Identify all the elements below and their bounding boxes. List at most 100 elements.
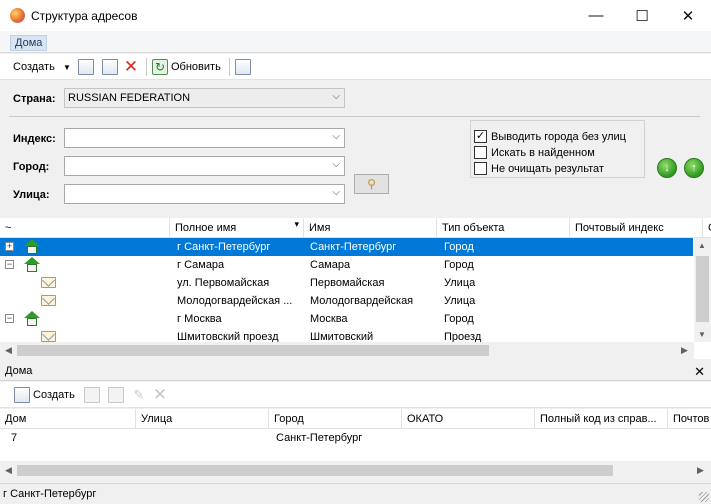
envelope-icon [41, 295, 56, 306]
table-row[interactable]: 7 Санкт-Петербург [0, 429, 711, 447]
checkbox-checked[interactable]: ✓ [474, 130, 487, 143]
find-address-button[interactable]: ⚲ [354, 174, 389, 194]
house-icon [24, 239, 40, 255]
close-panel-icon[interactable]: ✕ [694, 364, 705, 380]
resize-grip-icon[interactable] [699, 492, 709, 502]
copy-record-icon[interactable] [78, 59, 94, 75]
column-header-postal[interactable]: Почтовый индекс [570, 218, 703, 238]
cell-house: 7 [11, 432, 18, 444]
checkbox[interactable] [474, 146, 487, 159]
option-label: Выводить города без улиц [491, 130, 626, 143]
filter-divider [9, 116, 700, 117]
edit-record-icon[interactable] [102, 59, 118, 75]
street-label: Улица: [13, 189, 50, 201]
chevron-down-icon: ⌵ [332, 131, 340, 142]
edit-record-icon[interactable] [108, 387, 124, 403]
country-value: RUSSIAN FEDERATION [68, 92, 191, 104]
title-bar: Структура адресов — ☐ ✕ [0, 0, 711, 31]
street-combo[interactable]: ⌵ [64, 184, 345, 204]
cell-name: Санкт-Петербург [310, 241, 397, 253]
scroll-thumb[interactable] [17, 465, 613, 476]
copy-record-icon[interactable] [84, 387, 100, 403]
column-header-street[interactable]: Улица [136, 409, 269, 429]
create-button[interactable]: Создать [13, 61, 55, 73]
cell-city: Санкт-Петербург [276, 432, 363, 444]
scroll-right-icon[interactable]: ▶ [681, 345, 688, 356]
country-select[interactable]: RUSSIAN FEDERATION ⌵ [64, 88, 345, 108]
cell-type: Город [444, 259, 474, 271]
table-row[interactable]: − г Москва Москва Город [0, 310, 693, 328]
pencil-icon[interactable]: ✎ [131, 387, 147, 403]
houses-horizontal-scrollbar[interactable]: ◀ ▶ [0, 462, 711, 479]
collapse-icon[interactable]: − [5, 314, 14, 323]
cell-type: Улица [444, 295, 476, 307]
option-cities-without-streets[interactable]: ✓ Выводить города без улиц [474, 130, 626, 143]
scroll-left-icon[interactable]: ◀ [5, 345, 12, 356]
houses-create-button[interactable]: Создать [33, 389, 75, 401]
city-combo[interactable]: ⌵ [64, 156, 345, 176]
checkbox[interactable] [474, 162, 487, 175]
refresh-button[interactable]: Обновить [171, 61, 221, 73]
column-header-okato[interactable]: ОКАТО [402, 409, 535, 429]
scroll-down-icon[interactable]: ▼ [698, 330, 706, 339]
column-header-house[interactable]: Дом [0, 409, 136, 429]
scroll-right-icon[interactable]: ▶ [697, 465, 704, 476]
option-search-in-found[interactable]: Искать в найденном [474, 146, 595, 159]
refresh-icon[interactable]: ↻ [152, 59, 168, 75]
cell-full-name: Молодогвардейская ... [177, 295, 293, 307]
option-keep-results[interactable]: Не очищать результат [474, 162, 604, 175]
cell-type: Город [444, 313, 474, 325]
toolbar-separator [146, 58, 147, 76]
cell-name: Молодогвардейская [310, 295, 414, 307]
houses-toolbar: Создать ✎ ✕ [0, 382, 711, 408]
cell-full-name: ул. Первомайская [177, 277, 270, 289]
scroll-left-icon[interactable]: ◀ [5, 465, 12, 476]
toolbar-separator [229, 58, 230, 76]
house-icon [24, 257, 40, 273]
cell-name: Москва [310, 313, 348, 325]
minimize-button[interactable]: — [573, 0, 619, 31]
close-button[interactable]: ✕ [665, 0, 711, 31]
column-header-extra[interactable]: С [703, 218, 711, 238]
arrow-down-icon[interactable]: ↓ [657, 158, 677, 178]
column-header-type[interactable]: Тип объекта [437, 218, 570, 238]
arrow-up-icon[interactable]: ↑ [684, 158, 704, 178]
options-group: ✓ Выводить города без улиц Искать в найд… [470, 120, 645, 178]
column-header-name[interactable]: Имя [304, 218, 437, 238]
scroll-up-icon[interactable]: ▲ [698, 241, 706, 250]
new-document-icon[interactable] [14, 387, 30, 403]
report-icon[interactable] [235, 59, 251, 75]
grid-vertical-scrollbar[interactable]: ▲ ▼ [694, 238, 711, 342]
window-title: Структура адресов [31, 9, 138, 23]
main-toolbar: Создать ▼ ✕ ↻ Обновить [0, 54, 711, 80]
maximize-button[interactable]: ☐ [619, 0, 665, 31]
column-header-postal[interactable]: Почтов [668, 409, 711, 429]
cell-name: Первомайская [310, 277, 385, 289]
envelope-icon [41, 277, 56, 288]
menu-bar: Дома [0, 31, 711, 53]
houses-panel-header: Дома ✕ [0, 362, 711, 381]
cell-type: Улица [444, 277, 476, 289]
table-row[interactable]: + г Санкт-Петербург Санкт-Петербург Горо… [0, 238, 693, 256]
index-combo[interactable]: ⌵ [64, 128, 345, 148]
delete-icon[interactable]: ✕ [152, 386, 168, 403]
house-icon [24, 311, 40, 327]
expand-icon[interactable]: + [5, 242, 14, 251]
table-row[interactable]: Молодогвардейская ... Молодогвардейская … [0, 292, 693, 310]
create-dropdown-arrow-icon[interactable]: ▼ [63, 63, 71, 72]
table-row[interactable]: ул. Первомайская Первомайская Улица [0, 274, 693, 292]
cell-full-name: г Москва [177, 313, 222, 325]
collapse-icon[interactable]: − [5, 260, 14, 269]
column-header-full-name[interactable]: Полное имя ▾ [170, 218, 304, 238]
column-header-tree[interactable]: ~ [0, 218, 170, 238]
grid-horizontal-scrollbar[interactable]: ◀ ▶ [0, 342, 694, 359]
scroll-thumb[interactable] [696, 256, 709, 322]
table-row[interactable]: − г Самара Самара Город [0, 256, 693, 274]
address-grid: ~ Полное имя ▾ Имя Тип объекта Почтовый … [0, 218, 711, 359]
scroll-thumb[interactable] [17, 345, 489, 356]
column-header-full-code[interactable]: Полный код из справ... [535, 409, 668, 429]
sort-desc-icon: ▾ [294, 219, 299, 229]
column-header-city[interactable]: Город [269, 409, 402, 429]
delete-icon[interactable]: ✕ [123, 58, 139, 75]
menu-item-houses[interactable]: Дома [10, 35, 48, 51]
